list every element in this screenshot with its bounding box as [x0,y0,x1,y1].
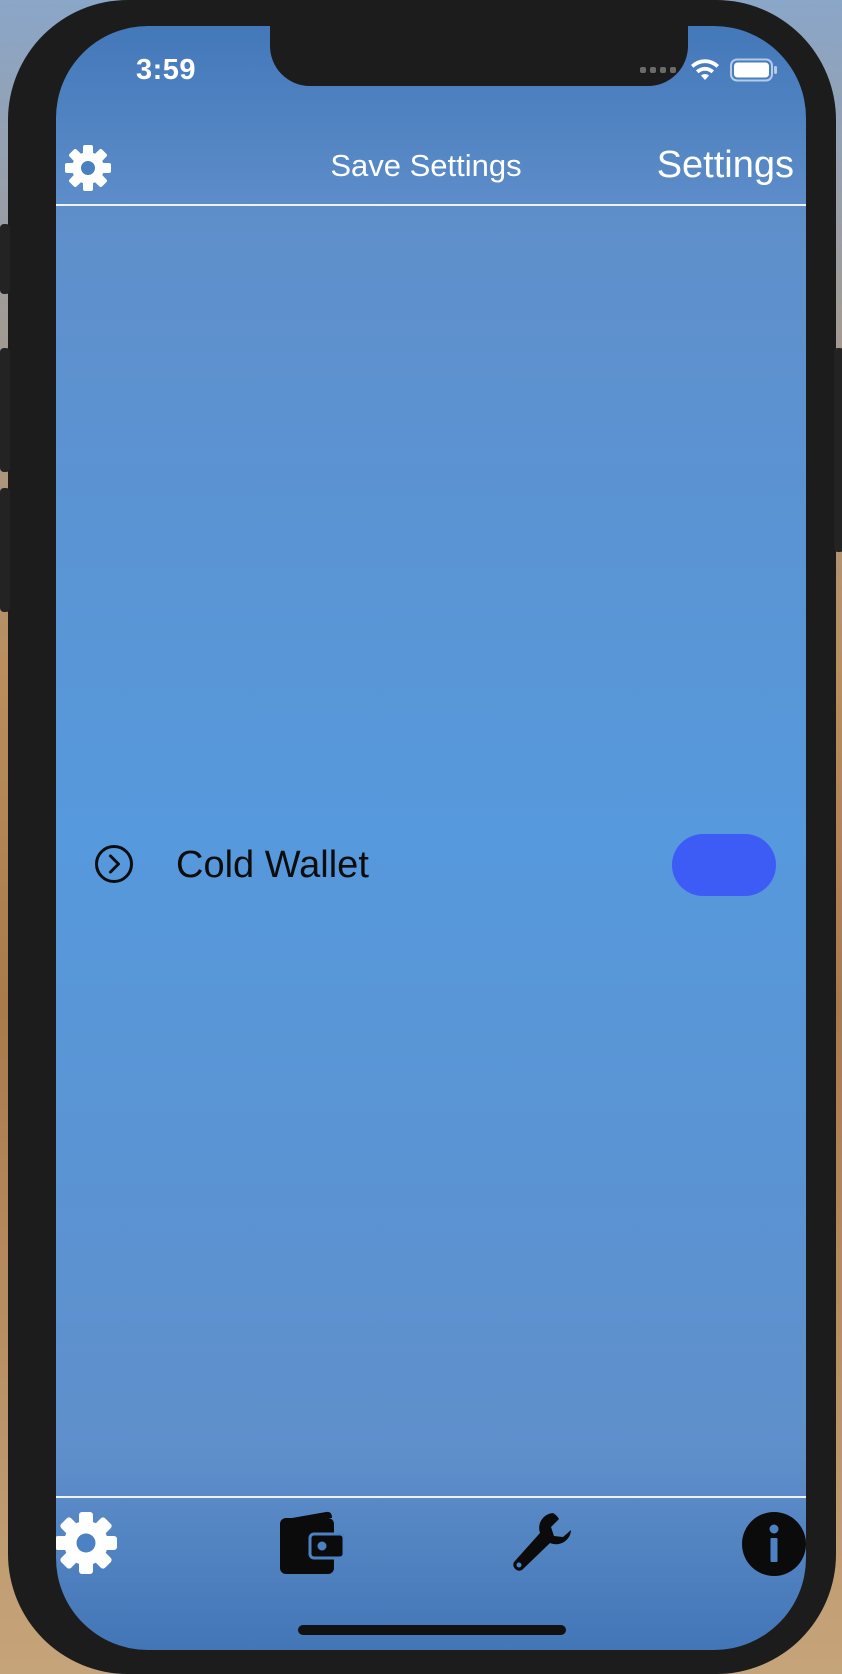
cold-wallet-toggle[interactable] [672,834,776,896]
power-button [834,348,842,552]
list-item-label: Cold Wallet [176,844,369,886]
home-indicator[interactable] [298,1625,566,1635]
app-screen: 3:59 Save Settings Settings Cold Wallet [56,26,806,1650]
status-time: 3:59 [135,54,197,86]
cellular-signal-icon [640,67,676,73]
list-item-cold-wallet[interactable]: Cold Wallet [56,832,806,896]
mute-switch [0,224,10,294]
notch [270,26,688,86]
tab-info-icon[interactable] [740,1510,806,1578]
phone-frame: 3:59 Save Settings Settings Cold Wallet [0,0,842,1674]
save-settings-button[interactable]: Save Settings [316,148,536,184]
tab-tools-wrench-icon[interactable] [508,1510,574,1576]
tab-wallet-icon[interactable] [278,1510,344,1576]
wifi-icon [691,59,719,80]
page-title: Settings [656,144,794,186]
status-icons [640,56,778,84]
volume-up-button [0,348,10,472]
chevron-right-circle-icon [95,845,133,883]
volume-down-button [0,488,10,612]
battery-icon [730,58,777,82]
navigation-header: Save Settings Settings [56,124,806,206]
tab-settings-gear-icon[interactable] [56,1510,122,1576]
gear-icon[interactable] [64,144,112,192]
